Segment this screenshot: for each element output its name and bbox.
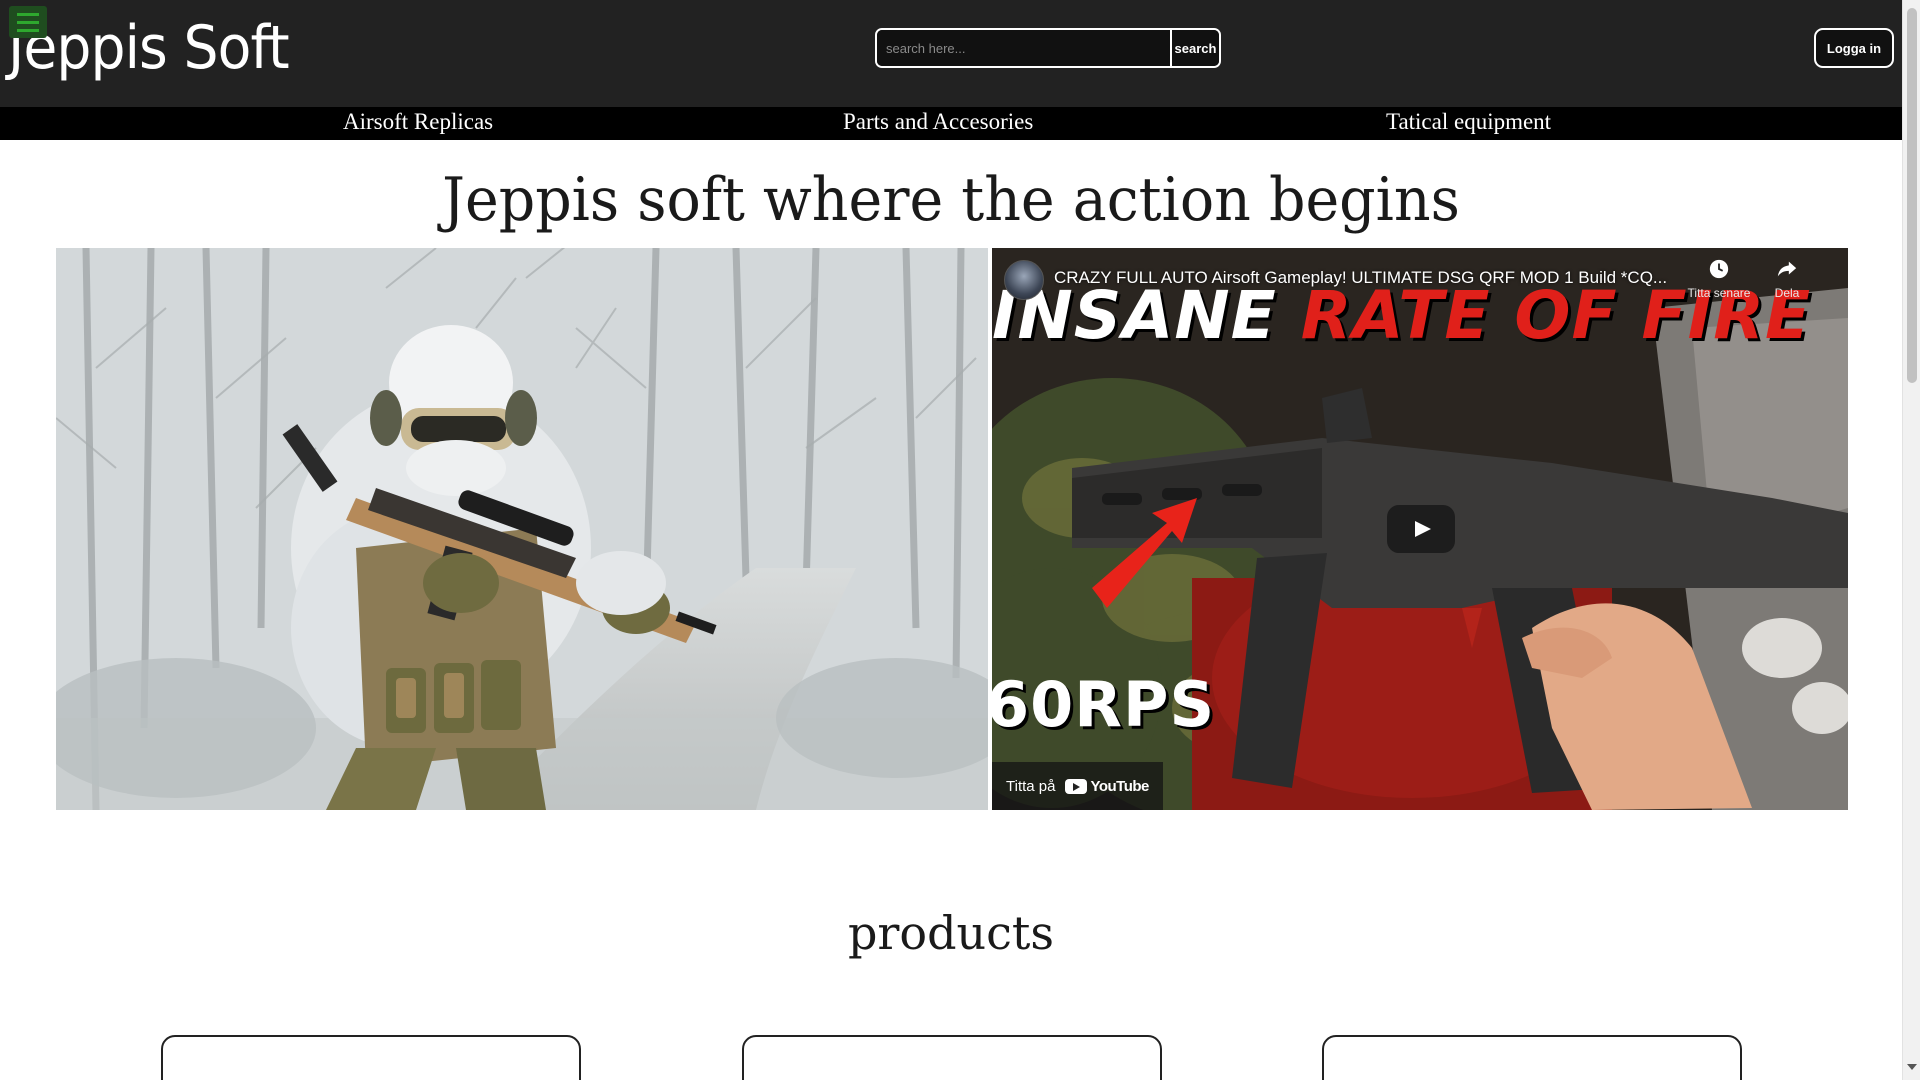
- hero-title: Jeppis soft where the action begins: [442, 165, 1460, 235]
- video-title[interactable]: CRAZY FULL AUTO Airsoft Gameplay! ULTIMA…: [1054, 268, 1694, 288]
- hamburger-menu-icon[interactable]: [9, 6, 47, 38]
- youtube-video-embed[interactable]: INSANE RATE OF FIRE CRAZY FULL AUTO Airs…: [992, 248, 1848, 810]
- channel-avatar[interactable]: [1004, 260, 1044, 300]
- watch-on-label: Titta på: [1006, 777, 1056, 795]
- share-label: Dela: [1774, 286, 1800, 300]
- thumbnail-caption: 60RPS: [992, 668, 1216, 741]
- search-button[interactable]: search: [1170, 30, 1219, 66]
- watch-later-button[interactable]: Titta senare: [1684, 258, 1754, 300]
- product-card[interactable]: [742, 1035, 1162, 1080]
- youtube-wordmark: YouTube: [1090, 777, 1149, 795]
- page: Jeppis Soft search Logga in Airsoft Repl…: [0, 0, 1902, 1080]
- search-input[interactable]: [877, 30, 1170, 66]
- hero-image: [56, 248, 988, 810]
- youtube-play-icon: [1065, 778, 1088, 794]
- site-logo[interactable]: Jeppis Soft: [8, 8, 290, 88]
- nav-item-tatical-equipment[interactable]: Tatical equipment: [1386, 107, 1551, 140]
- watch-on-youtube-button[interactable]: Titta på YouTube: [992, 762, 1163, 810]
- login-button[interactable]: Logga in: [1814, 28, 1894, 68]
- nav-item-airsoft-replicas[interactable]: Airsoft Replicas: [343, 107, 493, 140]
- share-icon: [1777, 261, 1797, 277]
- watch-later-label: Titta senare: [1687, 286, 1751, 300]
- scrollbar-thumb[interactable]: [1907, 8, 1917, 383]
- scroll-down-arrow-icon[interactable]: [1907, 1064, 1917, 1070]
- main-nav: Airsoft Replicas Parts and Accesories Ta…: [0, 107, 1902, 140]
- youtube-logo: YouTube: [1065, 777, 1149, 795]
- header: Jeppis Soft search Logga in: [0, 0, 1902, 107]
- page-scrollbar[interactable]: [1902, 0, 1920, 1080]
- share-button[interactable]: Dela: [1762, 258, 1812, 300]
- play-button[interactable]: [1387, 505, 1455, 553]
- nav-item-parts-and-accesories[interactable]: Parts and Accesories: [843, 107, 1033, 140]
- products-title: products: [847, 906, 1055, 960]
- product-card[interactable]: [161, 1035, 581, 1080]
- product-card[interactable]: [1322, 1035, 1742, 1080]
- search-bar: search: [875, 28, 1221, 68]
- clock-icon: [1709, 259, 1729, 279]
- snowy-forest-soldier-photo: [56, 248, 988, 810]
